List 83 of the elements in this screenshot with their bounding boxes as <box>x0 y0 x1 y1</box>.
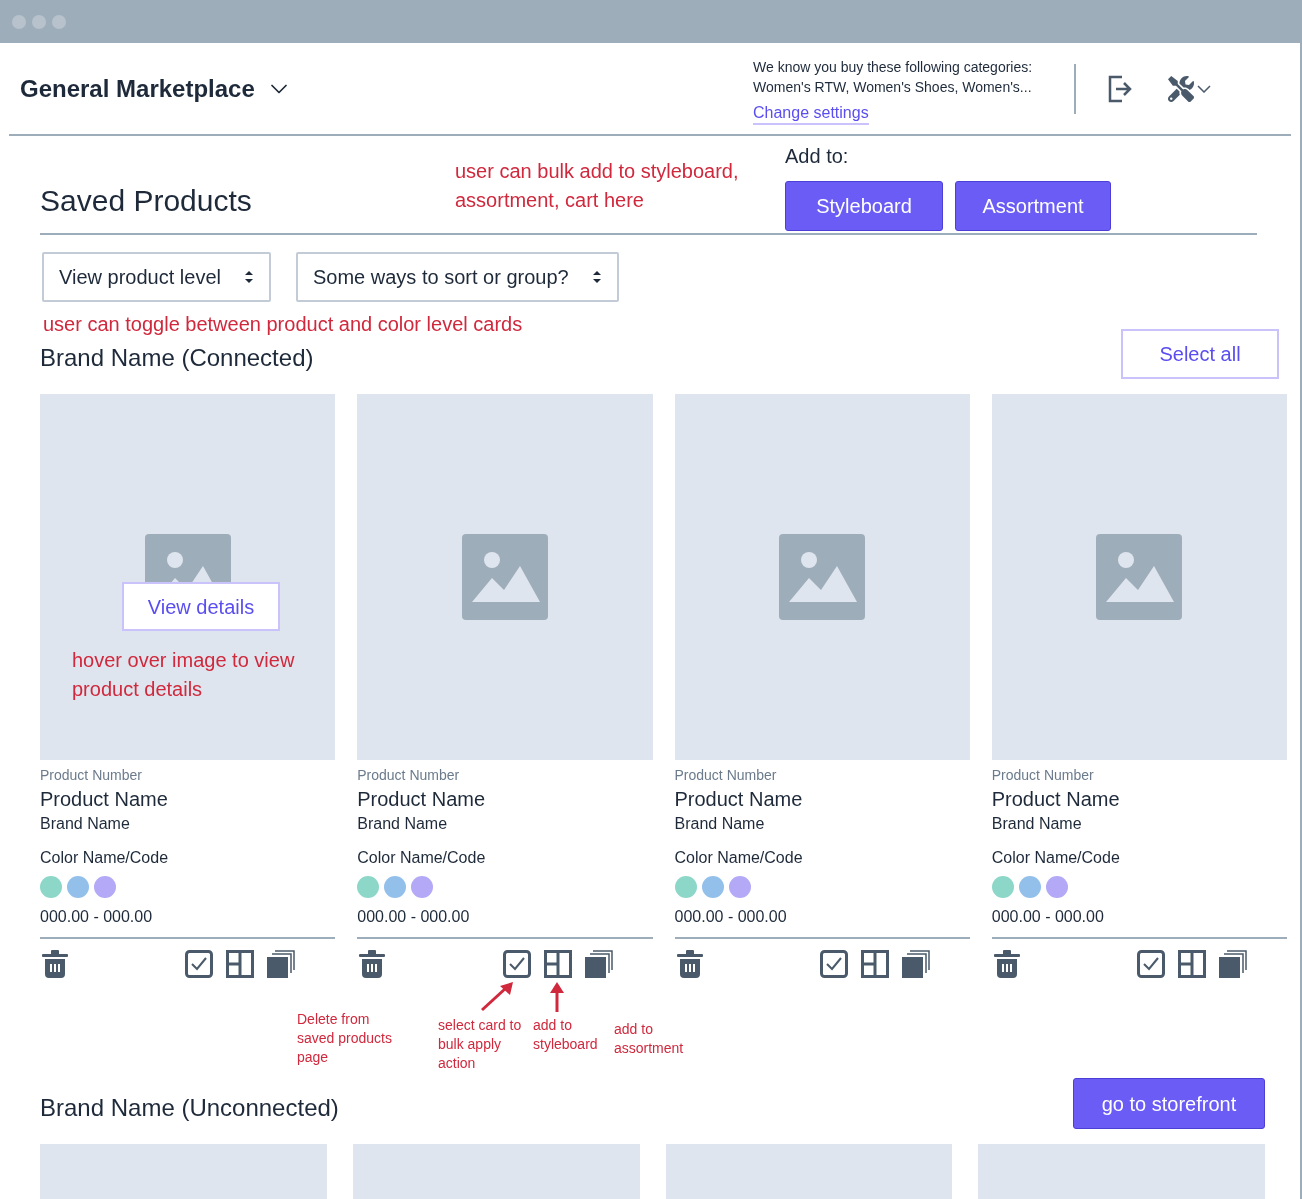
tools-menu-button[interactable] <box>1168 75 1211 102</box>
price-range: 000.00 - 000.00 <box>991 905 1287 939</box>
brand-name: Brand Name <box>357 814 449 834</box>
color-swatch[interactable] <box>1045 876 1068 898</box>
annotation-note: select card to bulk apply action <box>438 1016 523 1073</box>
product-number: Product Number <box>674 766 778 785</box>
trash-icon[interactable] <box>993 950 1020 978</box>
price-range: 000.00 - 000.00 <box>674 905 970 939</box>
product-name: Product Name <box>674 787 804 812</box>
image-placeholder[interactable]: View details hover over image to view product details <box>40 394 336 760</box>
layout-icon[interactable] <box>1178 950 1206 978</box>
tools-icon <box>1168 75 1194 102</box>
stack-icon[interactable] <box>584 950 613 978</box>
color-swatch[interactable] <box>384 876 407 898</box>
checkbox-icon[interactable] <box>819 950 848 978</box>
color-label: Color Name/Code <box>674 848 804 868</box>
brand-name: Brand Name <box>674 814 766 834</box>
trash-icon[interactable] <box>676 950 703 978</box>
color-label: Color Name/Code <box>991 848 1121 868</box>
stack-icon[interactable] <box>1219 950 1247 978</box>
checkbox-icon[interactable] <box>185 950 214 978</box>
product-number: Product Number <box>40 766 143 785</box>
section-title: Brand Name (Unconnected) <box>40 1093 339 1123</box>
price-range: 000.00 - 000.00 <box>40 905 336 939</box>
view-details-button[interactable]: View details <box>122 582 280 631</box>
annotation-note: add to styleboard <box>533 1016 599 1054</box>
product-name: Product Name <box>40 787 169 812</box>
image-icon <box>144 534 231 582</box>
brand-name: Brand Name <box>40 814 131 834</box>
marketplace-dropdown[interactable]: General Marketplace <box>20 70 293 107</box>
annotation-note: user can bulk add to styleboard, assortment, cart here <box>455 159 740 213</box>
color-swatch[interactable] <box>701 876 724 898</box>
color-swatch[interactable] <box>411 876 434 898</box>
logout-icon[interactable] <box>1108 74 1132 103</box>
color-label: Color Name/Code <box>40 848 170 868</box>
product-number: Product Number <box>357 766 461 785</box>
sort-arrows-icon <box>592 270 602 284</box>
add-to-button[interactable]: Styleboard <box>785 181 943 231</box>
page-title: Saved Products <box>40 183 253 219</box>
price-range: 000.00 - 000.00 <box>357 905 653 939</box>
section-title: Brand Name (Connected) <box>40 343 314 373</box>
select-dropdown[interactable]: View product level <box>42 252 271 302</box>
color-swatch[interactable] <box>1018 876 1041 898</box>
arrow-icon <box>550 982 564 1012</box>
image-icon <box>1096 534 1183 620</box>
change-settings-link[interactable]: Change settings <box>753 103 869 125</box>
annotation-note: Delete from saved products page <box>297 1010 393 1067</box>
add-to-button[interactable]: Assortment <box>955 181 1111 231</box>
stack-icon[interactable] <box>267 950 296 978</box>
checkbox-icon[interactable] <box>502 950 531 978</box>
arrow-icon <box>480 982 513 1012</box>
layout-icon[interactable] <box>860 950 889 978</box>
color-swatch[interactable] <box>357 876 380 898</box>
sort-arrows-icon <box>244 270 254 284</box>
select-all-button[interactable]: Select all <box>1121 329 1279 379</box>
storefront-button[interactable]: go to storefront <box>1073 1078 1265 1129</box>
categories-list: Women's RTW, Women's Shoes, Women's... <box>753 77 1073 97</box>
color-swatch[interactable] <box>674 876 697 898</box>
image-icon <box>461 534 548 620</box>
layout-icon[interactable] <box>543 950 572 978</box>
categories-notice: We know you buy these following categories: <box>753 58 1034 77</box>
color-swatch[interactable] <box>728 876 751 898</box>
color-swatch[interactable] <box>67 876 89 898</box>
trash-icon[interactable] <box>42 950 68 978</box>
trash-icon[interactable] <box>359 950 386 978</box>
brand-name: Brand Name <box>991 814 1083 834</box>
select-dropdown[interactable]: Some ways to sort or group? <box>296 252 619 302</box>
color-label: Color Name/Code <box>357 848 487 868</box>
color-swatch[interactable] <box>40 876 62 898</box>
annotation-note: add to assortment <box>614 1020 685 1058</box>
annotation-note: user can toggle between product and color level cards <box>42 312 524 337</box>
product-name: Product Name <box>991 787 1121 812</box>
image-icon <box>779 534 866 620</box>
color-swatch[interactable] <box>991 876 1014 898</box>
checkbox-icon[interactable] <box>1137 950 1165 978</box>
add-to-label: Add to: <box>785 144 850 169</box>
chevron-down-icon <box>1197 84 1211 93</box>
product-number: Product Number <box>991 766 1095 785</box>
color-swatch[interactable] <box>94 876 116 898</box>
product-name: Product Name <box>357 787 487 812</box>
layout-icon[interactable] <box>226 950 255 978</box>
annotation-note: hover over image to view product details <box>72 648 295 702</box>
stack-icon[interactable] <box>901 950 930 978</box>
